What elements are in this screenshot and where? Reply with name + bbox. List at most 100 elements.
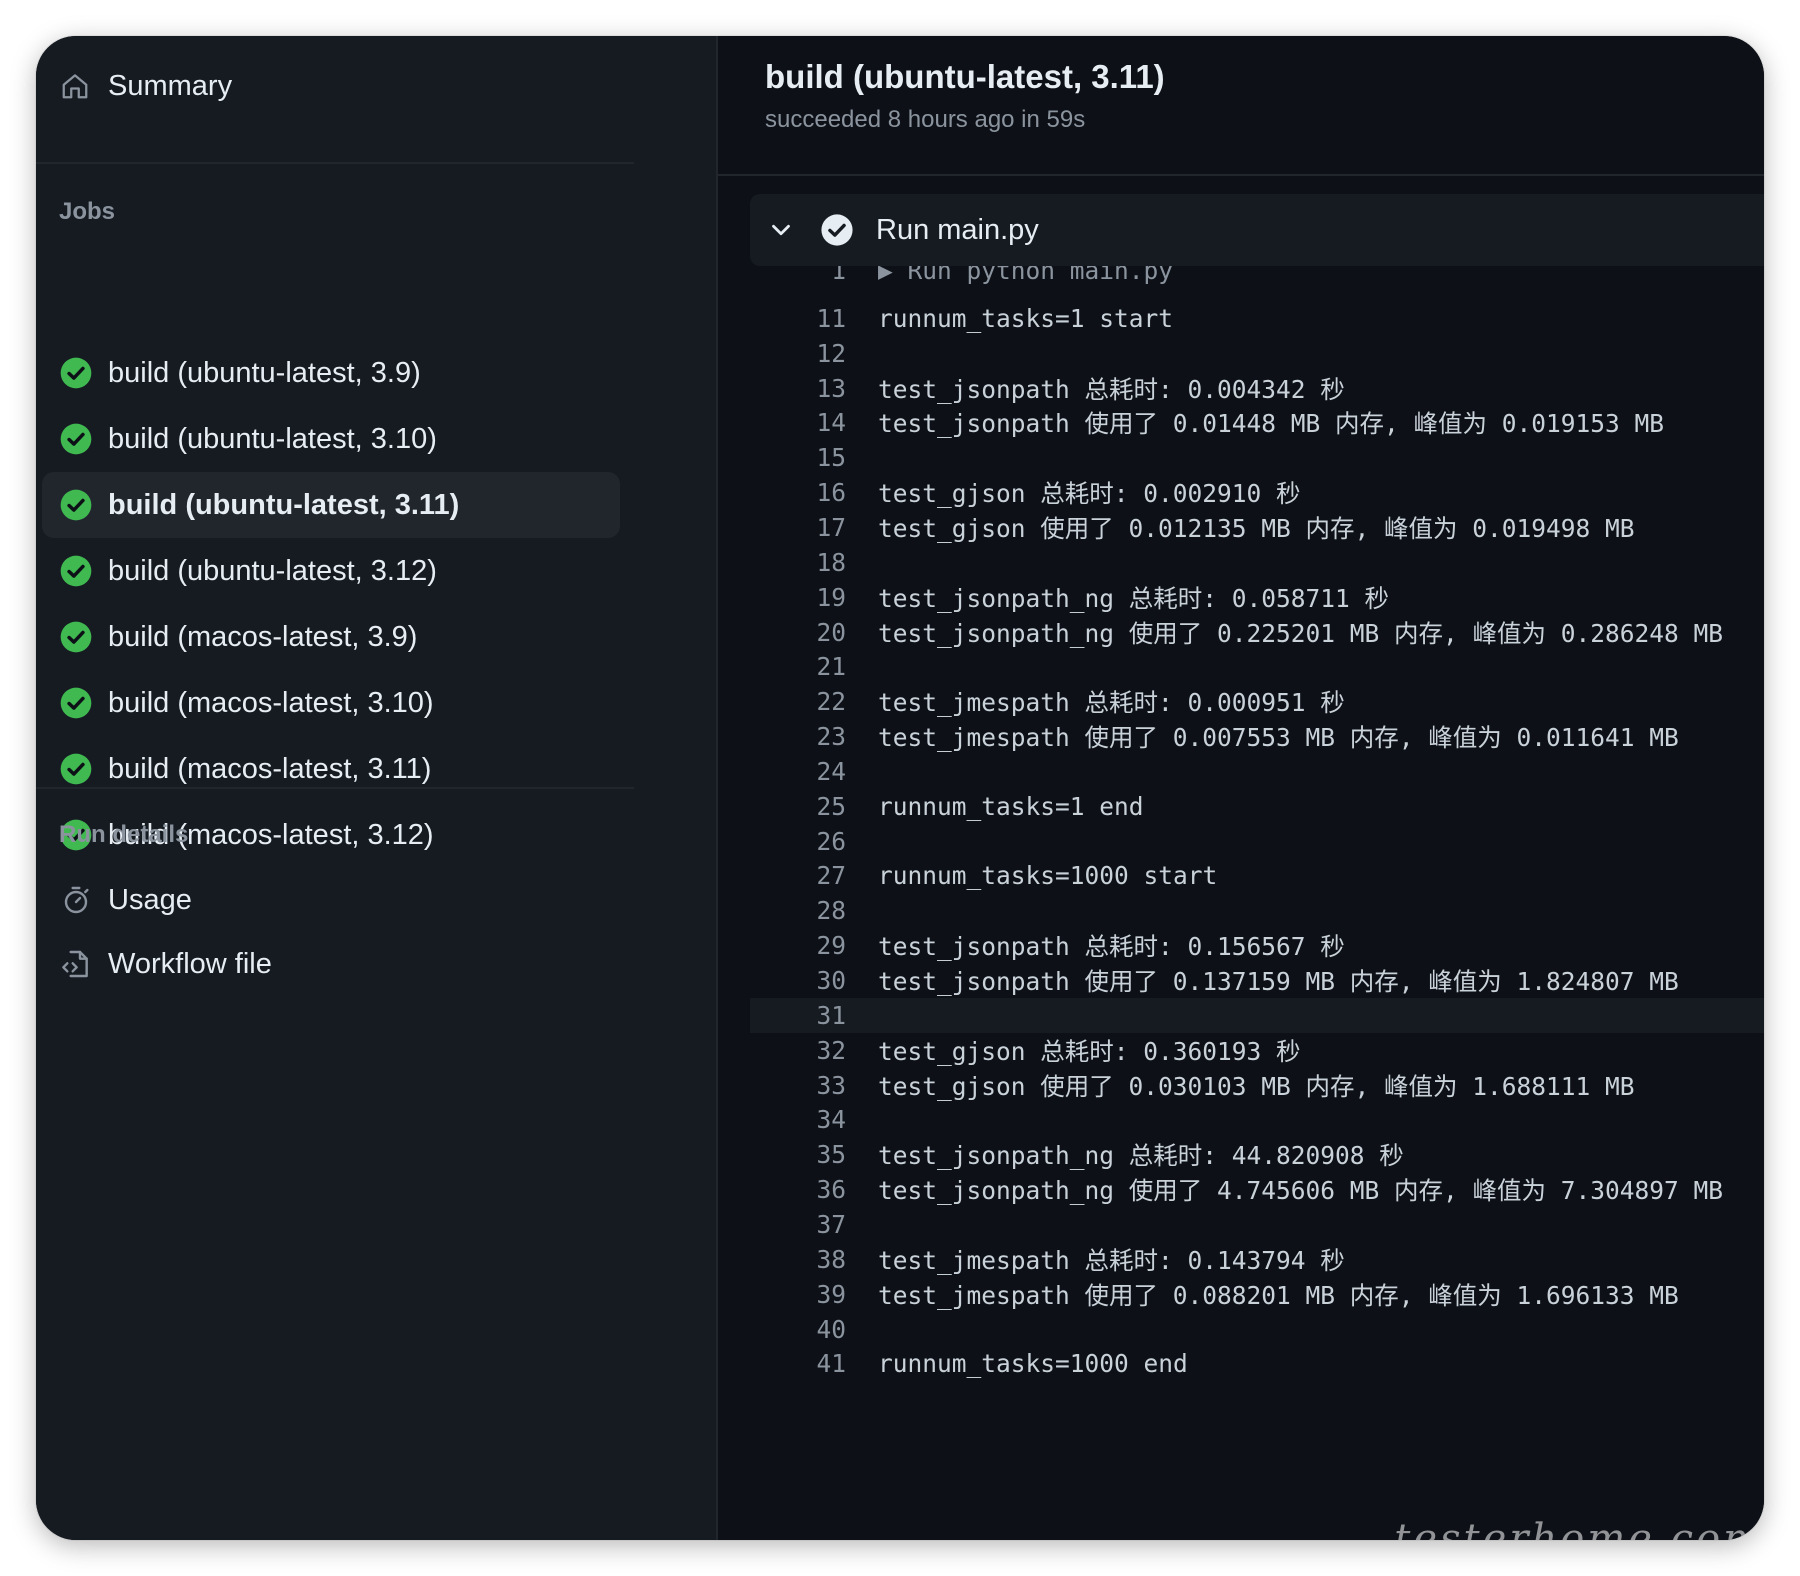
log-line[interactable]: 36 test_jsonpath_ng 使用了 4.745606 MB 内存, 峰… <box>750 1172 1764 1207</box>
line-number[interactable]: 12 <box>750 339 846 368</box>
log-text: test_jsonpath_ng 使用了 0.225201 MB 内存, 峰值为… <box>878 618 1724 648</box>
line-number[interactable]: 25 <box>750 792 846 821</box>
line-number[interactable]: 34 <box>750 1105 846 1134</box>
log-line[interactable]: 16 test_gjson 总耗时: 0.002910 秒 <box>750 475 1764 510</box>
log-line[interactable]: 31 <box>750 997 1764 1033</box>
log-line[interactable]: 25 runnum_tasks=1 end <box>750 789 1764 824</box>
line-number[interactable]: 19 <box>750 583 846 612</box>
success-check-icon <box>60 489 92 521</box>
line-number[interactable]: 16 <box>750 478 846 507</box>
log-line[interactable]: 15 <box>750 440 1764 475</box>
log-line[interactable]: 33 test_gjson 使用了 0.030103 MB 内存, 峰值为 1.6… <box>750 1068 1764 1103</box>
log-line[interactable]: 40 <box>750 1312 1764 1347</box>
log-line[interactable]: 19 test_jsonpath_ng 总耗时: 0.058711 秒 <box>750 580 1764 615</box>
line-number[interactable]: 41 <box>750 1349 846 1378</box>
line-number[interactable]: 38 <box>750 1245 846 1274</box>
log-line[interactable]: 37 <box>750 1207 1764 1242</box>
log-text: test_jsonpath 总耗时: 0.004342 秒 <box>878 374 1345 404</box>
log-line[interactable]: 14 test_jsonpath 使用了 0.01448 MB 内存, 峰值为 0… <box>750 405 1764 440</box>
log-line[interactable]: 39 test_jmespath 使用了 0.088201 MB 内存, 峰值为 … <box>750 1277 1764 1312</box>
success-check-icon <box>60 555 92 587</box>
app-window: Summary Jobs build (ubuntu-latest, 3.9) b… <box>36 36 1764 1540</box>
log-line[interactable]: 11 runnum_tasks=1 start <box>750 301 1764 336</box>
success-check-icon <box>60 357 92 389</box>
log-line[interactable]: 1 ▶ Run python main.py <box>750 266 1764 290</box>
line-number[interactable]: 22 <box>750 687 846 716</box>
job-item[interactable]: build (ubuntu-latest, 3.11) <box>42 472 620 538</box>
line-number[interactable]: 39 <box>750 1280 846 1309</box>
log-line[interactable]: 27 runnum_tasks=1000 start <box>750 858 1764 893</box>
line-number[interactable]: 27 <box>750 861 846 890</box>
home-icon <box>62 74 88 99</box>
job-title: build (ubuntu-latest, 3.11) <box>765 58 1165 95</box>
job-label: build (macos-latest, 3.11) <box>108 752 432 785</box>
log-line[interactable]: 29 test_jsonpath 总耗时: 0.156567 秒 <box>750 928 1764 963</box>
line-number[interactable]: 29 <box>750 931 846 960</box>
line-number[interactable]: 21 <box>750 652 846 681</box>
step-success-icon <box>821 214 853 246</box>
line-number[interactable]: 28 <box>750 896 846 925</box>
log-text: test_jmespath 使用了 0.007553 MB 内存, 峰值为 0.… <box>878 723 1679 753</box>
job-item[interactable]: build (macos-latest, 3.10) <box>42 670 620 736</box>
success-check-icon <box>60 753 92 785</box>
line-number[interactable]: 20 <box>750 618 846 647</box>
line-number[interactable]: 30 <box>750 966 846 995</box>
line-number[interactable]: 18 <box>750 548 846 577</box>
stopwatch-icon <box>64 886 89 914</box>
step-header-run-main[interactable]: Run main.py <box>750 194 1764 266</box>
log-line[interactable]: 35 test_jsonpath_ng 总耗时: 44.820908 秒 <box>750 1137 1764 1172</box>
job-label: build (ubuntu-latest, 3.11) <box>108 488 460 521</box>
jobs-section-title: Jobs <box>59 198 116 225</box>
job-item[interactable]: build (ubuntu-latest, 3.10) <box>42 406 620 472</box>
log-line[interactable]: 17 test_gjson 使用了 0.012135 MB 内存, 峰值为 0.0… <box>750 510 1764 545</box>
line-number[interactable]: 14 <box>750 408 846 437</box>
log-line[interactable]: 28 <box>750 893 1764 928</box>
log-text: test_jsonpath_ng 总耗时: 0.058711 秒 <box>878 583 1390 613</box>
log-line[interactable]: 20 test_jsonpath_ng 使用了 0.225201 MB 内存, 峰… <box>750 615 1764 650</box>
log-line[interactable]: 21 <box>750 649 1764 684</box>
log-line[interactable]: 24 <box>750 754 1764 789</box>
step-title: Run main.py <box>876 213 1039 246</box>
log-line[interactable]: 13 test_jsonpath 总耗时: 0.004342 秒 <box>750 371 1764 406</box>
line-number[interactable]: 36 <box>750 1175 846 1204</box>
line-number[interactable]: 23 <box>750 722 846 751</box>
chevron-down-icon[interactable] <box>766 215 796 245</box>
log-line[interactable]: 34 <box>750 1102 1764 1137</box>
line-number[interactable]: 17 <box>750 513 846 542</box>
log-line[interactable]: 32 test_gjson 总耗时: 0.360193 秒 <box>750 1033 1764 1068</box>
log-line[interactable]: 30 test_jsonpath 使用了 0.137159 MB 内存, 峰值为 … <box>750 963 1764 998</box>
sidebar-divider <box>36 162 634 164</box>
line-number[interactable]: 1 <box>750 266 846 285</box>
job-label: build (ubuntu-latest, 3.9) <box>108 356 421 389</box>
log-text: test_gjson 总耗时: 0.002910 秒 <box>878 479 1301 509</box>
log-text: test_jmespath 总耗时: 0.000951 秒 <box>878 688 1345 718</box>
log-text: runnum_tasks=1000 end <box>878 1349 1188 1379</box>
line-number[interactable]: 15 <box>750 443 846 472</box>
line-number[interactable]: 37 <box>750 1210 846 1239</box>
line-number[interactable]: 32 <box>750 1036 846 1065</box>
line-number[interactable]: 26 <box>750 827 846 856</box>
log-line[interactable]: 23 test_jmespath 使用了 0.007553 MB 内存, 峰值为 … <box>750 719 1764 754</box>
usage-link[interactable]: Usage <box>60 870 620 930</box>
log-line[interactable]: 26 <box>750 824 1764 859</box>
log-text: test_gjson 使用了 0.030103 MB 内存, 峰值为 1.688… <box>878 1071 1635 1101</box>
summary-link[interactable]: Summary <box>60 54 620 118</box>
line-number[interactable]: 13 <box>750 374 846 403</box>
line-number[interactable]: 40 <box>750 1315 846 1344</box>
log-line[interactable]: 22 test_jmespath 总耗时: 0.000951 秒 <box>750 684 1764 719</box>
workflow-file-link[interactable]: Workflow file <box>60 934 620 994</box>
log-line[interactable]: 38 test_jmespath 总耗时: 0.143794 秒 <box>750 1242 1764 1277</box>
line-number[interactable]: 11 <box>750 304 846 333</box>
job-label: build (macos-latest, 3.9) <box>108 620 418 653</box>
log-line[interactable]: 18 <box>750 545 1764 580</box>
job-item[interactable]: build (ubuntu-latest, 3.9) <box>42 340 620 406</box>
log-line[interactable]: 41 runnum_tasks=1000 end <box>750 1346 1764 1381</box>
line-number[interactable]: 24 <box>750 757 846 786</box>
job-item[interactable]: build (macos-latest, 3.9) <box>42 604 620 670</box>
line-number[interactable]: 35 <box>750 1140 846 1169</box>
log-line[interactable]: 12 <box>750 336 1764 371</box>
log-text: test_jsonpath_ng 使用了 4.745606 MB 内存, 峰值为… <box>878 1176 1724 1206</box>
line-number[interactable]: 31 <box>750 1001 846 1030</box>
job-item[interactable]: build (ubuntu-latest, 3.12) <box>42 538 620 604</box>
line-number[interactable]: 33 <box>750 1071 846 1100</box>
